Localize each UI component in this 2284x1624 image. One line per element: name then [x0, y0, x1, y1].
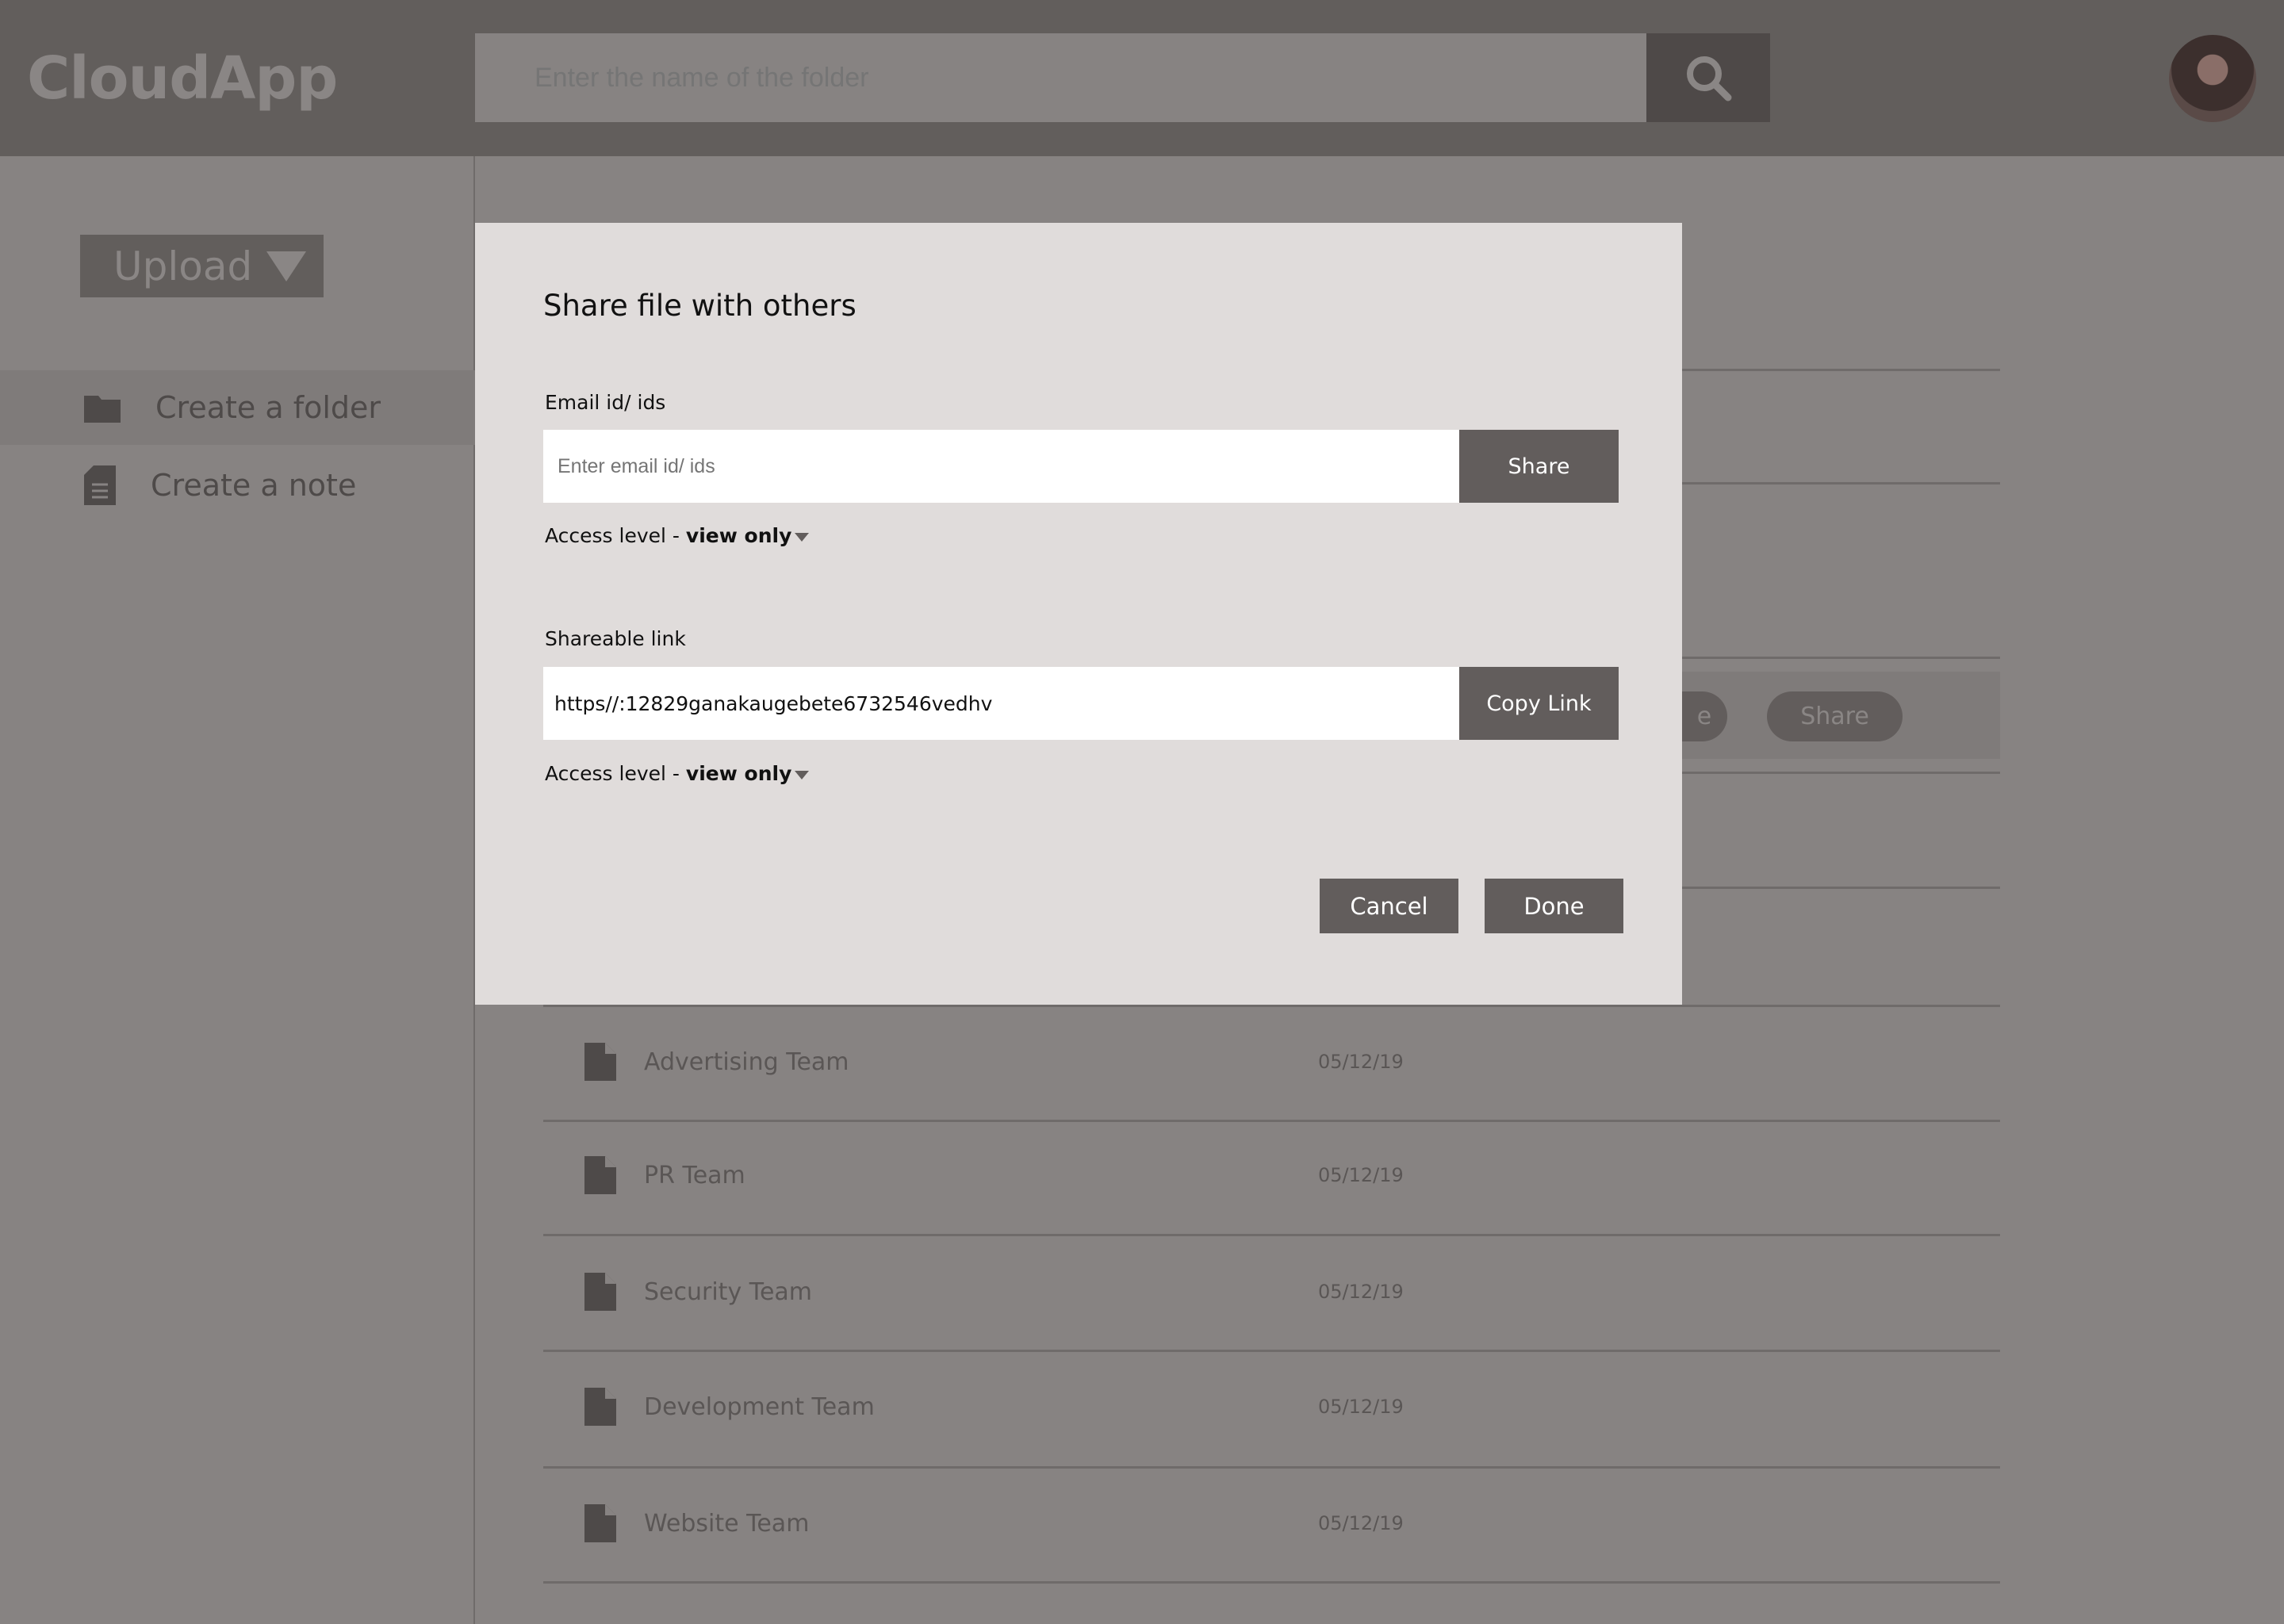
file-date: 05/12/19 [1318, 1051, 1404, 1073]
done-button[interactable]: Done [1485, 879, 1623, 933]
avatar[interactable] [2169, 35, 2256, 122]
email-input[interactable] [543, 430, 1459, 503]
caret-down-icon [795, 770, 810, 779]
file-date: 05/12/19 [1318, 1512, 1404, 1534]
file-date: 05/12/19 [1318, 1396, 1404, 1418]
caret-down-icon [795, 532, 810, 542]
share-button[interactable]: Share [1459, 430, 1619, 503]
caret-down-icon [266, 251, 307, 282]
link-access-level-dropdown[interactable]: Access level - view only [545, 762, 810, 785]
dialog-title: Share file with others [543, 289, 856, 323]
sidebar-item-create-note[interactable]: Create a note [0, 448, 475, 523]
upload-label: Upload [113, 243, 253, 289]
search-icon [1687, 56, 1732, 102]
folder-icon [84, 396, 121, 423]
email-access-level-dropdown[interactable]: Access level - view only [545, 524, 810, 547]
app-logo[interactable]: CloudApp [27, 44, 338, 113]
file-name: Advertising Team [644, 1048, 849, 1076]
divider [543, 1120, 2000, 1122]
file-date: 05/12/19 [1318, 1164, 1404, 1186]
file-row[interactable]: Advertising Team 05/12/19 [543, 1030, 2000, 1094]
sidebar-item-create-folder[interactable]: Create a folder [0, 370, 475, 445]
email-label: Email id/ ids [545, 391, 666, 414]
file-icon [584, 1388, 616, 1426]
file-icon [584, 1504, 616, 1542]
file-name: Security Team [644, 1277, 813, 1306]
cancel-button[interactable]: Cancel [1320, 879, 1458, 933]
file-icon [584, 1043, 616, 1081]
link-label: Shareable link [545, 627, 686, 650]
file-row[interactable]: Security Team 05/12/19 [543, 1260, 2000, 1323]
file-icon [584, 1273, 616, 1311]
file-row[interactable]: Development Team 05/12/19 [543, 1375, 2000, 1438]
search-button[interactable] [1646, 33, 1770, 122]
folder-search-input[interactable] [475, 33, 1646, 122]
share-dialog: Share file with others Email id/ ids Sha… [475, 223, 1682, 1005]
sidebar-item-label: Create a note [151, 468, 357, 503]
divider [543, 1234, 2000, 1236]
copy-link-button[interactable]: Copy Link [1459, 667, 1619, 740]
file-row[interactable]: Website Team 05/12/19 [543, 1492, 2000, 1555]
upload-button[interactable]: Upload [80, 235, 324, 297]
row-share-button[interactable]: Share [1767, 691, 1903, 741]
file-row[interactable]: PR Team 05/12/19 [543, 1143, 2000, 1207]
divider [543, 1350, 2000, 1352]
divider [543, 1581, 2000, 1584]
file-date: 05/12/19 [1318, 1281, 1404, 1303]
note-icon [84, 465, 116, 505]
sidebar-item-label: Create a folder [155, 390, 381, 425]
shareable-link-field[interactable]: https//:12829ganakaugebete6732546vedhv [543, 667, 1459, 740]
divider [543, 1005, 2000, 1007]
file-name: Development Team [644, 1392, 875, 1421]
file-name: Website Team [644, 1509, 810, 1538]
file-name: PR Team [644, 1161, 745, 1189]
divider [543, 1466, 2000, 1469]
file-icon [584, 1156, 616, 1194]
